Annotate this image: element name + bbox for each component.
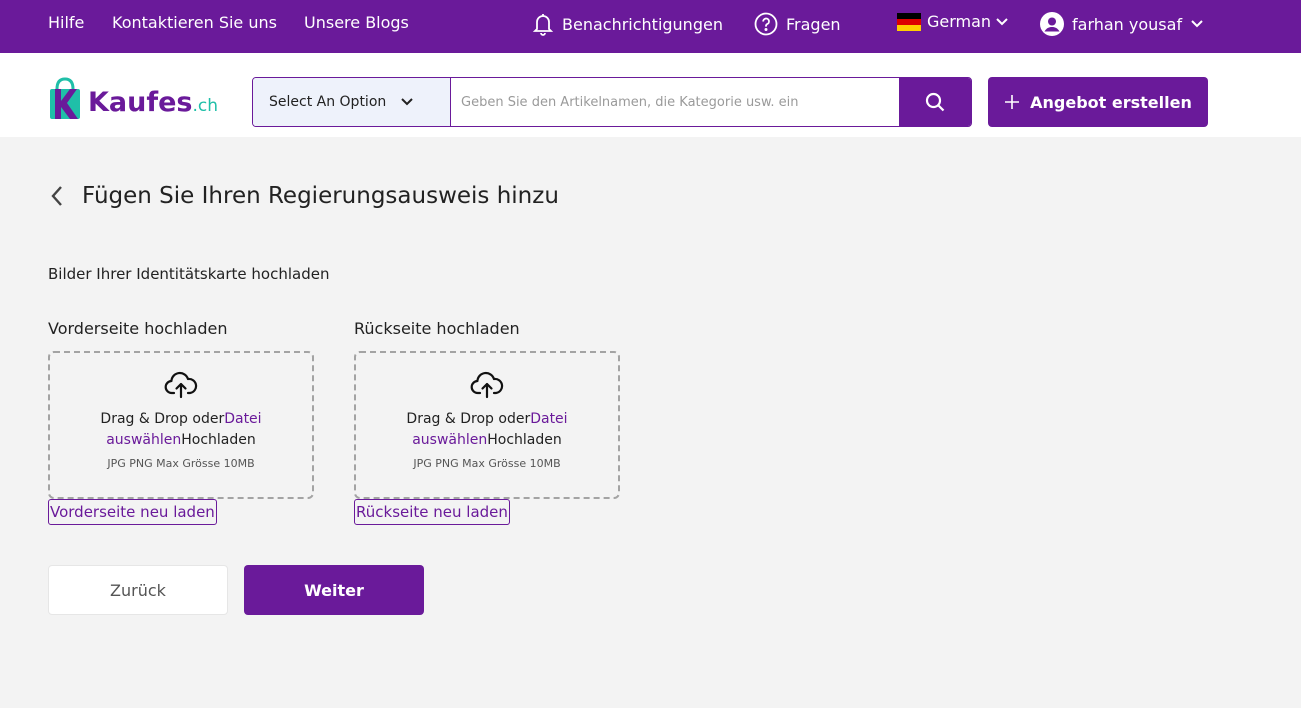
german-flag-icon <box>897 12 921 31</box>
user-avatar-icon <box>1040 12 1064 36</box>
back-dz-suffix: Hochladen <box>487 432 562 448</box>
back-dropzone[interactable]: Drag & Drop oderDatei auswählenHochladen… <box>354 351 620 499</box>
next-button[interactable]: Weiter <box>244 565 424 615</box>
chevron-down-icon <box>1191 20 1203 28</box>
questions-link[interactable]: Fragen <box>754 12 841 36</box>
back-reload-button[interactable]: Rückseite neu laden <box>354 499 510 525</box>
plus-icon <box>1005 95 1020 109</box>
logo-main: Kaufes <box>88 87 193 118</box>
notifications-link[interactable]: Benachrichtigungen <box>532 12 723 36</box>
page-title: Fügen Sie Ihren Regierungsausweis hinzu <box>82 183 559 209</box>
back-button[interactable]: Zurück <box>48 565 228 615</box>
cloud-upload-icon <box>470 371 504 399</box>
chevron-down-icon <box>996 17 1008 25</box>
question-circle-icon <box>754 12 778 36</box>
search-input[interactable] <box>451 78 899 126</box>
create-listing-label: Angebot erstellen <box>1030 92 1192 112</box>
front-dropzone[interactable]: Drag & Drop oderDatei auswählenHochladen… <box>48 351 314 499</box>
page-title-row: Fügen Sie Ihren Regierungsausweis hinzu <box>48 183 559 209</box>
shopping-bag-logo-icon <box>50 77 80 119</box>
front-dropzone-text: Drag & Drop oderDatei auswählenHochladen <box>50 409 312 451</box>
user-name: farhan yousaf <box>1072 14 1183 34</box>
bell-icon <box>532 14 554 36</box>
logo-tld: .ch <box>192 96 219 116</box>
category-select[interactable]: Select An Option <box>253 78 451 126</box>
front-dz-prefix: Drag & Drop oder <box>100 411 225 427</box>
category-select-label: Select An Option <box>269 94 387 110</box>
create-listing-button[interactable]: Angebot erstellen <box>988 77 1208 127</box>
help-link[interactable]: Hilfe <box>48 13 84 32</box>
search-button[interactable] <box>899 78 971 126</box>
language-label: German <box>927 12 992 31</box>
back-upload-label: Rückseite hochladen <box>354 319 520 338</box>
back-dz-prefix: Drag & Drop oder <box>406 411 531 427</box>
questions-label: Fragen <box>786 14 841 34</box>
back-dropzone-text: Drag & Drop oderDatei auswählenHochladen <box>356 409 618 451</box>
notifications-label: Benachrichtigungen <box>562 14 723 34</box>
contact-link[interactable]: Kontaktieren Sie uns <box>112 13 277 32</box>
section-label: Bilder Ihrer Identitätskarte hochladen <box>48 265 330 283</box>
logo-text: Kaufes.ch <box>88 88 218 121</box>
chevron-down-icon <box>401 98 413 106</box>
cloud-upload-icon <box>164 371 198 399</box>
back-dropzone-hint: JPG PNG Max Grösse 10MB <box>413 457 561 470</box>
logo[interactable]: Kaufes.ch <box>48 77 218 121</box>
front-upload-label: Vorderseite hochladen <box>48 319 228 338</box>
search-bar: Select An Option <box>252 77 972 127</box>
user-menu[interactable]: farhan yousaf <box>1040 12 1204 36</box>
front-reload-button[interactable]: Vorderseite neu laden <box>48 499 217 525</box>
back-arrow-icon[interactable] <box>48 183 66 209</box>
front-dropzone-hint: JPG PNG Max Grösse 10MB <box>107 457 255 470</box>
front-dz-suffix: Hochladen <box>181 432 256 448</box>
top-bar: Hilfe Kontaktieren Sie uns Unsere Blogs … <box>0 0 1301 53</box>
blogs-link[interactable]: Unsere Blogs <box>304 13 409 32</box>
main-header: Kaufes.ch Select An Option Angebot erste… <box>0 53 1301 137</box>
language-selector[interactable]: German <box>897 12 1009 31</box>
search-icon <box>925 92 945 112</box>
